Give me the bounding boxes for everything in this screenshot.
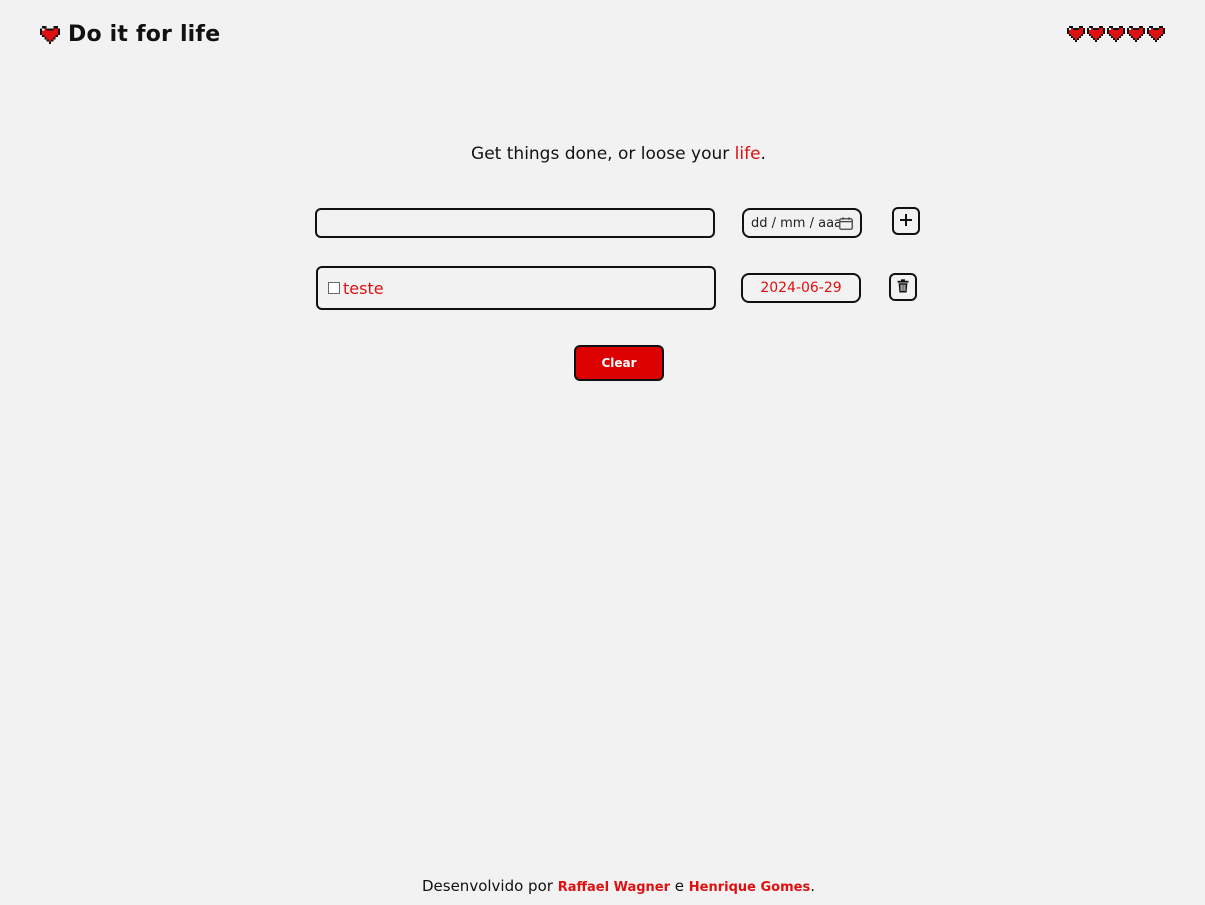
footer-conjunction: e xyxy=(670,877,689,895)
app-title: Do it for life xyxy=(68,22,221,47)
add-task-button[interactable] xyxy=(892,207,920,235)
date-placeholder: dd / mm / aaaa xyxy=(751,215,839,231)
new-task-input[interactable] xyxy=(315,208,715,238)
new-task-date-input[interactable]: dd / mm / aaaa xyxy=(742,208,862,238)
task-date[interactable]: 2024-06-29 xyxy=(741,273,861,303)
author-link-henrique[interactable]: Henrique Gomes xyxy=(689,880,810,895)
tagline-accent: life xyxy=(734,144,761,164)
heart-icon xyxy=(1107,26,1125,42)
author-link-raffael[interactable]: Raffael Wagner xyxy=(558,880,670,895)
heart-icon xyxy=(1147,26,1165,42)
footer-suffix: . xyxy=(810,877,815,895)
footer: Desenvolvido por Raffael Wagner e Henriq… xyxy=(0,877,1205,895)
task-item: teste xyxy=(316,266,716,310)
tagline: Get things done, or loose your life. xyxy=(0,144,1205,164)
heart-icon xyxy=(40,25,60,44)
heart-icon xyxy=(1067,26,1085,42)
plus-icon xyxy=(899,212,913,231)
calendar-icon[interactable] xyxy=(839,217,853,230)
trash-icon xyxy=(897,278,909,297)
heart-icon xyxy=(1087,26,1105,42)
brand: Do it for life xyxy=(40,22,220,47)
footer-text: Desenvolvido por xyxy=(421,877,558,895)
task-checkbox[interactable] xyxy=(328,282,340,294)
tagline-text: Get things done, or loose your xyxy=(471,144,735,164)
tagline-suffix: . xyxy=(760,144,766,164)
lives-indicator xyxy=(1067,26,1165,42)
heart-icon xyxy=(1127,26,1145,42)
delete-task-button[interactable] xyxy=(889,273,917,301)
clear-button[interactable]: Clear xyxy=(574,345,664,381)
task-label: teste xyxy=(343,278,384,298)
